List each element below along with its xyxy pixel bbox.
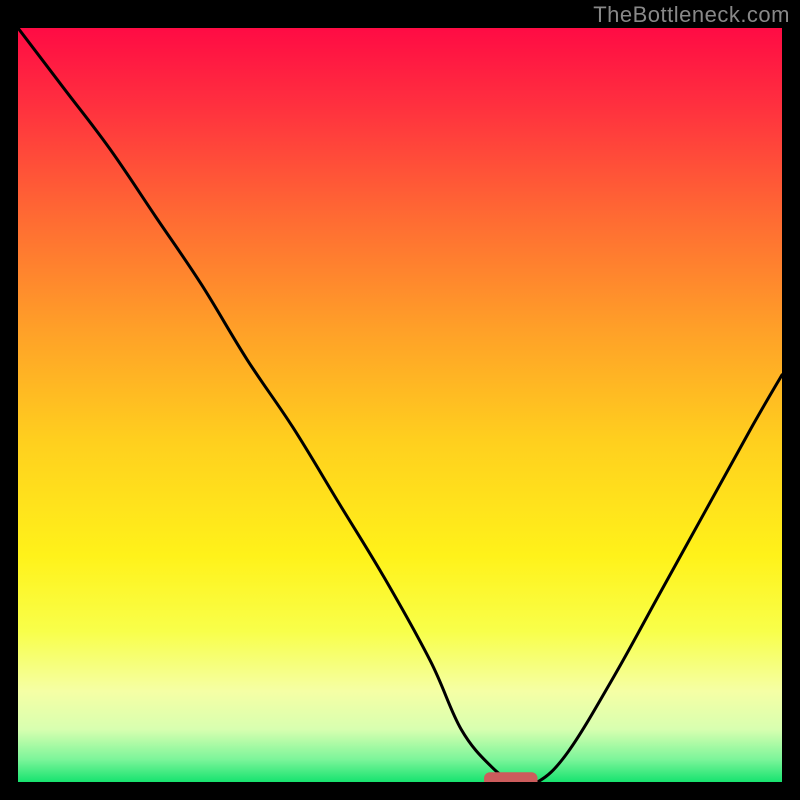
chart-frame: TheBottleneck.com xyxy=(0,0,800,800)
plot-svg xyxy=(18,28,782,782)
bottleneck-plot xyxy=(18,28,782,782)
watermark-text: TheBottleneck.com xyxy=(593,2,790,28)
gradient-background xyxy=(18,28,782,782)
optimal-marker xyxy=(484,772,537,782)
